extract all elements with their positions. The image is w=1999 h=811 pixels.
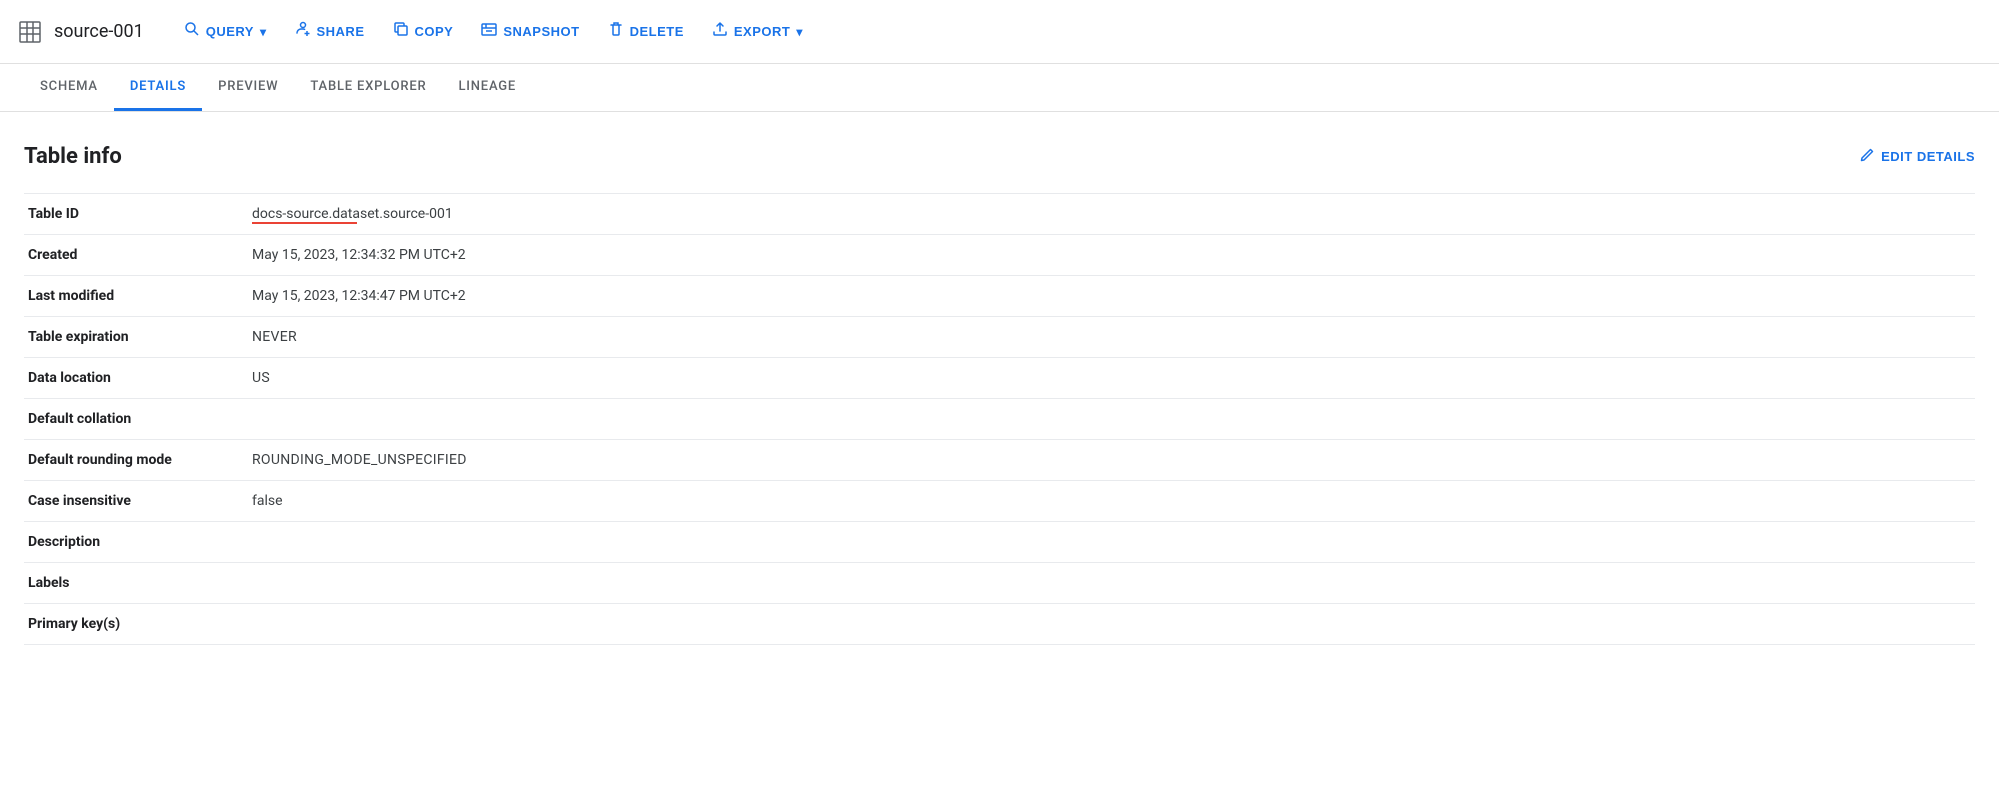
row-key: Data location xyxy=(24,358,244,399)
row-key: Created xyxy=(24,235,244,276)
snapshot-icon xyxy=(481,21,497,42)
query-chevron-icon: ▾ xyxy=(260,25,267,39)
toolbar-actions: QUERY ▾ SHARE COPY xyxy=(172,15,815,48)
copy-icon xyxy=(393,21,409,42)
delete-label: DELETE xyxy=(630,24,684,39)
query-button[interactable]: QUERY ▾ xyxy=(172,15,279,48)
export-label: EXPORT xyxy=(734,24,790,39)
query-icon xyxy=(184,21,200,42)
export-chevron-icon: ▾ xyxy=(796,25,803,39)
edit-details-button[interactable]: EDIT DETAILS xyxy=(1859,147,1975,166)
app-logo: source-001 xyxy=(16,18,144,46)
export-button[interactable]: EXPORT ▾ xyxy=(700,15,815,48)
row-key: Table expiration xyxy=(24,317,244,358)
row-key: Table ID xyxy=(24,194,244,235)
edit-icon xyxy=(1859,147,1875,166)
copy-label: COPY xyxy=(415,24,454,39)
row-key: Default collation xyxy=(24,399,244,440)
table-row: Default collation xyxy=(24,399,1975,440)
table-row: Table ID docs-source.dataset.source-001 xyxy=(24,194,1975,235)
tab-table-explorer[interactable]: TABLE EXPLORER xyxy=(294,65,442,111)
row-value xyxy=(244,399,1975,440)
section-title: Table info xyxy=(24,144,122,169)
delete-button[interactable]: DELETE xyxy=(596,15,696,48)
row-value: false xyxy=(244,481,1975,522)
page-title: source-001 xyxy=(54,21,144,42)
row-value: US xyxy=(244,358,1975,399)
snapshot-label: SNAPSHOT xyxy=(503,24,579,39)
row-value: docs-source.dataset.source-001 xyxy=(244,194,1975,235)
table-row: Primary key(s) xyxy=(24,604,1975,645)
share-label: SHARE xyxy=(316,24,364,39)
tab-lineage[interactable]: LINEAGE xyxy=(442,65,532,111)
delete-icon xyxy=(608,21,624,42)
row-key: Default rounding mode xyxy=(24,440,244,481)
export-icon xyxy=(712,21,728,42)
row-value xyxy=(244,563,1975,604)
table-row: Table expiration NEVER xyxy=(24,317,1975,358)
row-key: Labels xyxy=(24,563,244,604)
tab-schema[interactable]: SCHEMA xyxy=(24,65,114,111)
row-key: Case insensitive xyxy=(24,481,244,522)
toolbar: source-001 QUERY ▾ xyxy=(0,0,1999,64)
table-id-value: docs-source.dataset.source-001 xyxy=(252,206,453,222)
table-row: Description xyxy=(24,522,1975,563)
snapshot-button[interactable]: SNAPSHOT xyxy=(469,15,591,48)
row-value: May 15, 2023, 12:34:47 PM UTC+2 xyxy=(244,276,1975,317)
share-icon xyxy=(294,21,310,42)
table-row: Last modified May 15, 2023, 12:34:47 PM … xyxy=(24,276,1975,317)
share-button[interactable]: SHARE xyxy=(282,15,376,48)
table-icon xyxy=(16,18,44,46)
row-value xyxy=(244,522,1975,563)
row-value: NEVER xyxy=(244,317,1975,358)
table-row: Created May 15, 2023, 12:34:32 PM UTC+2 xyxy=(24,235,1975,276)
table-row: Labels xyxy=(24,563,1975,604)
table-info: Table ID docs-source.dataset.source-001 … xyxy=(24,193,1975,645)
copy-button[interactable]: COPY xyxy=(381,15,466,48)
tab-preview[interactable]: PREVIEW xyxy=(202,65,294,111)
query-label: QUERY xyxy=(206,24,254,39)
tab-details[interactable]: DETAILS xyxy=(114,65,202,111)
row-key: Description xyxy=(24,522,244,563)
row-key: Primary key(s) xyxy=(24,604,244,645)
tabs-bar: SCHEMA DETAILS PREVIEW TABLE EXPLORER LI… xyxy=(0,64,1999,112)
row-value: ROUNDING_MODE_UNSPECIFIED xyxy=(244,440,1975,481)
row-value xyxy=(244,604,1975,645)
row-key: Last modified xyxy=(24,276,244,317)
table-row: Data location US xyxy=(24,358,1975,399)
table-row: Case insensitive false xyxy=(24,481,1975,522)
row-value: May 15, 2023, 12:34:32 PM UTC+2 xyxy=(244,235,1975,276)
table-row: Default rounding mode ROUNDING_MODE_UNSP… xyxy=(24,440,1975,481)
section-header: Table info EDIT DETAILS xyxy=(24,144,1975,169)
main-content: Table info EDIT DETAILS Table ID docs-so… xyxy=(0,112,1999,669)
edit-details-label: EDIT DETAILS xyxy=(1881,149,1975,164)
